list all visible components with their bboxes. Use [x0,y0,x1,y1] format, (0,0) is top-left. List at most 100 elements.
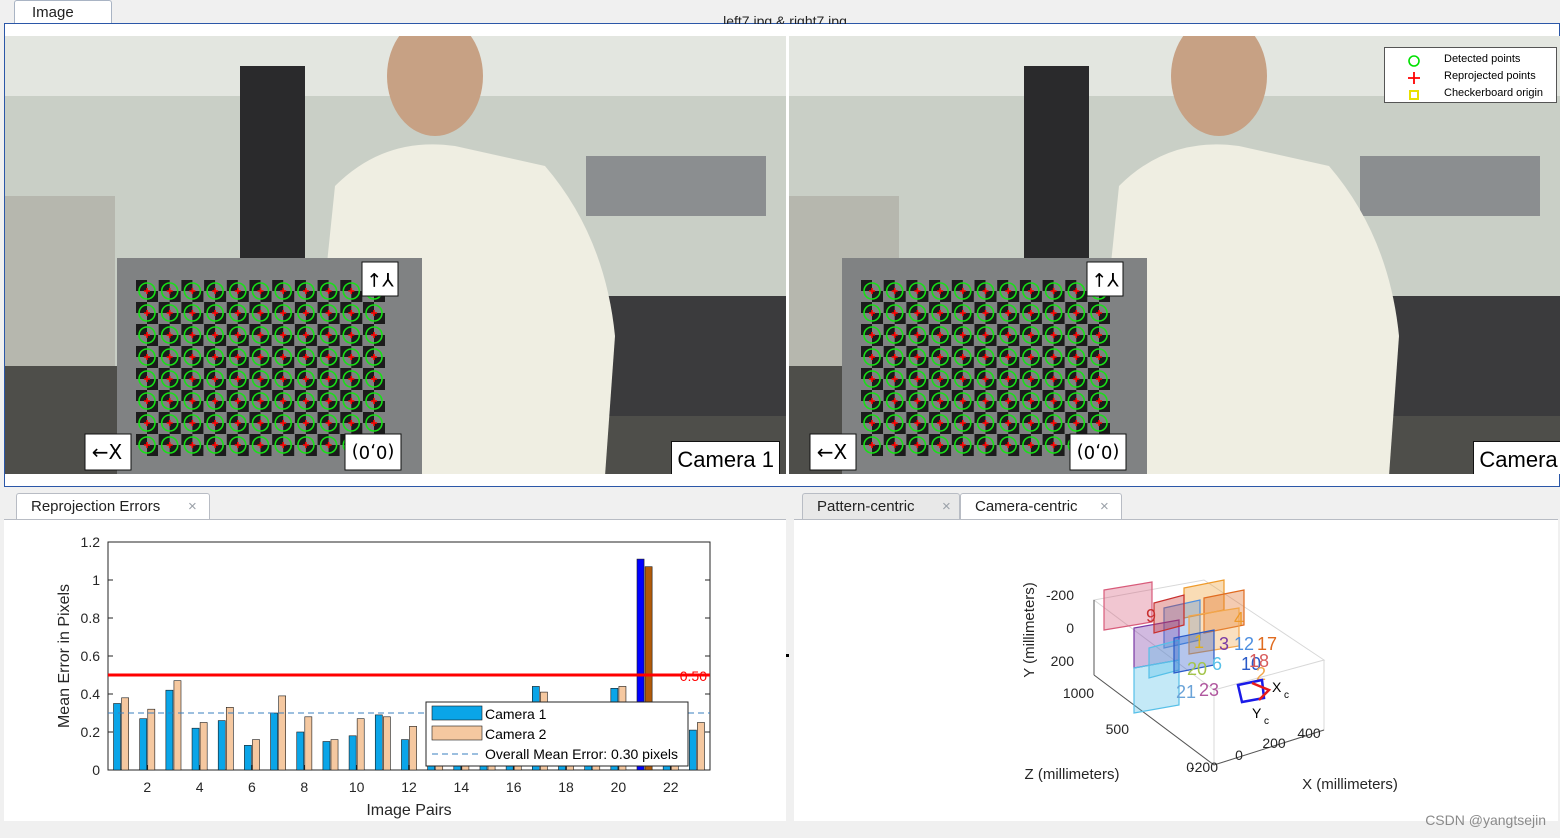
wall-cabinet [586,156,766,216]
x-tick-label: 6 [248,779,256,795]
bar-2-1 [121,697,129,771]
close-icon[interactable]: × [1100,498,1109,515]
splitter-handle[interactable] [786,654,789,657]
legend-swatch-camera-1 [431,705,483,721]
bar-1-9 [322,741,331,771]
bar-1-12 [401,739,409,771]
bar-1-5 [217,720,226,771]
image-legend: Detected points Reprojected points Check… [1384,47,1557,103]
bar-2-10 [356,718,365,771]
bar-2-5 [225,707,234,771]
x-tick-label: 12 [401,779,417,795]
y-tick-label: 0 [1066,620,1074,636]
y-tick-label: 0.2 [81,724,101,740]
bar-1-11 [374,714,383,771]
bar-1-8 [296,731,305,771]
plane-number: 20 [1187,659,1207,679]
y-tick-label: -200 [1046,587,1074,603]
tab-pattern-centric[interactable]: Pattern-centric × [802,493,960,519]
z-tick-label: 500 [1106,721,1130,737]
bar-1-2 [139,718,148,771]
camera-2-label: Camera 2 [1473,441,1560,474]
tab-camera-centric[interactable]: Camera-centric × [960,493,1122,519]
x-tick-label: 10 [349,779,365,795]
plane-number: 23 [1199,680,1219,700]
axes-3d: 91743 12120 6 1018221 23 XcYc-200020010005000… [1021,579,1398,793]
bar-1-10 [348,735,357,771]
x-tick-label: 8 [300,779,308,795]
x-tick-label: 20 [611,779,627,795]
y-tick-label: 1.2 [81,534,101,550]
x-tick-label: 22 [663,779,679,795]
x-tick-label: 4 [196,779,204,795]
green-circle-icon [1408,55,1420,67]
bar-1-3 [165,689,174,771]
calibration-plane [1133,659,1180,714]
bar-2-11 [383,716,391,771]
legend-label-camera-1: Camera 1 [485,706,547,722]
reprojection-errors-panel: Reprojection Errors × 0 0.2 0.4 0.6 0.8 1 1.2 2… [0,491,788,821]
camera-axis-label: X [1272,679,1282,695]
camera-1-image[interactable]: ←X Y↓ (0,0) Camera 1 [5,36,786,474]
yellow-square-icon [1409,90,1419,100]
origin-marker: (0,0) [1077,441,1120,462]
bar-1-23 [689,729,697,771]
close-icon[interactable]: × [188,498,197,515]
reprojection-chart-area: 0 0.2 0.4 0.6 0.8 1 1.2 2 4 6 8 10 12 14 16 18 20 22 0.50 I… [4,519,786,821]
bar-2-9 [330,739,339,771]
y-tick-label: 1 [92,572,100,588]
red-plus-icon [1408,72,1420,84]
legend-detected: Detected points [1385,52,1556,68]
camera-1-label: Camera 1 [671,441,780,474]
z-tick-label: 1000 [1063,685,1094,701]
close-icon[interactable]: × [942,498,951,515]
shelves [5,196,115,366]
calibration-plane [1103,581,1153,631]
plane-number: 6 [1212,654,1222,674]
plane-number: 9 [1146,606,1156,626]
x-axis-marker: ←X [92,440,123,464]
y-tick-label: 0.6 [81,648,101,664]
x-axis-marker: ←X [817,440,848,464]
bar-1-4 [191,727,200,771]
camera-axis-label: c [1264,716,1269,727]
bar-2-6 [252,739,260,771]
legend-swatch-camera-2 [431,725,483,741]
x-tick-label: 200 [1262,735,1286,751]
origin-marker: (0,0) [352,441,395,462]
legend-label-camera-2: Camera 2 [485,726,547,742]
x-tick-label: 16 [506,779,522,795]
tab-reprojection-errors[interactable]: Reprojection Errors × [16,493,210,519]
x-axis-label: X (millimeters) [1302,776,1398,793]
legend-reprojected: Reprojected points [1385,69,1556,85]
x-axis-label: Image Pairs [366,802,451,819]
x-tick-label: -200 [1190,759,1218,775]
y-tick-label: 0 [92,762,100,778]
checkerboard-points [136,280,385,456]
bar-1-7 [270,712,278,771]
bar-1-6 [244,745,252,771]
y-axis-marker: Y↓ [366,268,395,290]
checkerboard-points [861,280,1110,456]
camera-1-photo: ←X Y↓ (0,0) [5,36,786,474]
legend-label-mean: Overall Mean Error: 0.30 pixels [485,746,678,762]
y-axis-label: Y (millimeters) [1021,582,1038,678]
bar-2-3 [173,680,182,771]
chart-legend: Camera 1 Camera 2 Overall Mean Error: 0.30… [425,701,689,767]
image-panel: Image left7.jpg & right7.jpg ←X Y↓ (0,0) C… [0,0,1560,490]
threshold-label: 0.50 [680,668,707,684]
y-tick-label: 200 [1051,653,1075,669]
x-tick-label: 2 [143,779,151,795]
extrinsics-3d-plot[interactable]: 91743 12120 6 1018221 23 XcYc-200020010005000… [794,520,1558,822]
bar-2-4 [199,722,208,771]
x-tick-label: 0 [1235,747,1243,763]
legend-origin: Checkerboard origin [1385,86,1556,102]
camera-axis-label: Y [1252,705,1262,721]
x-tick-label: 14 [454,779,470,795]
bar-2-2 [147,708,156,771]
y-axis-marker: Y↓ [1091,268,1120,290]
wall-cabinet [1360,156,1540,216]
reprojection-bar-chart[interactable]: 0 0.2 0.4 0.6 0.8 1 1.2 2 4 6 8 10 12 14 16 18 20 22 0.50 I… [4,520,786,822]
camera-2-glyph [1251,681,1272,701]
y-axis-label: Mean Error in Pixels [56,584,73,728]
